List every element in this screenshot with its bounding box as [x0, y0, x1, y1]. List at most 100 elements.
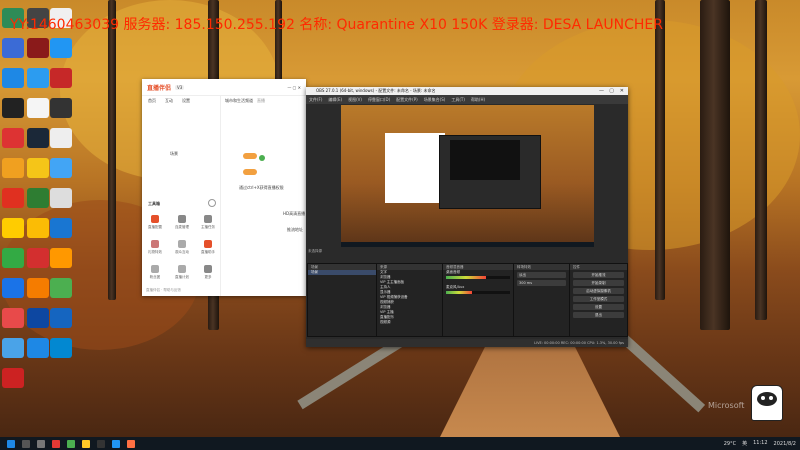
mixer-meter — [446, 276, 510, 279]
obs-app-icon[interactable] — [2, 98, 24, 118]
clock[interactable]: 11:12 — [753, 441, 767, 446]
menu-scene-collection[interactable]: 场景集合(S) — [424, 95, 446, 104]
app-icon[interactable] — [50, 38, 72, 58]
scene-item[interactable]: 场景 — [308, 270, 376, 275]
help-icon[interactable] — [208, 199, 216, 207]
app-icon[interactable] — [27, 338, 49, 358]
live-companion-window: 直播伴侣 V3 — ▢ ✕ 首页 互动 设置 场景 工具箱 直播配置 连麦管理 … — [142, 79, 306, 296]
virtual-camera-button[interactable]: 启动虚拟摄像机 — [573, 288, 624, 294]
weather-temp[interactable]: 29°C — [724, 441, 736, 447]
task-view-icon[interactable] — [37, 439, 45, 448]
app-icon[interactable] — [27, 218, 49, 238]
chrome-icon[interactable] — [67, 439, 75, 448]
tile-icon[interactable] — [178, 240, 186, 248]
transition-duration-input[interactable]: 300 ms — [517, 280, 566, 286]
app-icon[interactable] — [112, 439, 120, 448]
obs-title: OBS 27.0.1 (64-bit, windows) - 配置文件: 未命名… — [316, 88, 436, 93]
tab-settings[interactable]: 设置 — [182, 98, 190, 104]
edge-browser-icon[interactable] — [2, 68, 24, 88]
tile-label: 连麦管理 — [175, 225, 189, 229]
start-recording-button[interactable]: 开始录制 — [573, 280, 624, 286]
app-icon[interactable] — [127, 439, 135, 448]
app-icon[interactable] — [27, 158, 49, 178]
menu-view[interactable]: 视图(V) — [348, 95, 362, 104]
window-controls[interactable]: — ▢ ✕ — [287, 85, 301, 90]
app-icon[interactable] — [2, 248, 24, 268]
file-icon[interactable] — [50, 128, 72, 148]
tile-icon[interactable] — [151, 240, 159, 248]
clock-time: 11:12 — [753, 440, 768, 446]
menu-help[interactable]: 帮助(H) — [471, 95, 485, 104]
app-icon[interactable] — [2, 338, 24, 358]
tree-trunk — [655, 0, 665, 300]
exit-button[interactable]: 退出 — [573, 312, 624, 318]
tile-icon[interactable] — [178, 265, 186, 273]
app-icon[interactable] — [27, 278, 49, 298]
app-icon[interactable] — [2, 128, 24, 148]
menu-dock[interactable]: 停靠窗口(D) — [368, 95, 390, 104]
settings-button[interactable]: 设置 — [573, 304, 624, 310]
studio-mode-button[interactable]: 工作室模式 — [573, 296, 624, 302]
tile-icon[interactable] — [151, 265, 159, 273]
maximize-icon[interactable]: ▢ — [609, 87, 614, 95]
tab-interact[interactable]: 互动 — [165, 98, 173, 104]
tile-icon[interactable] — [204, 215, 212, 223]
app-main-panel: 城市和生活频道 直播 通过ctrl+X获得直播权限 HD高清直播 推流地址 — [221, 95, 306, 296]
app-icon[interactable] — [27, 308, 49, 328]
source-item[interactable]: 视频源 — [377, 320, 442, 325]
tile-label: 观众互动 — [175, 250, 189, 254]
search-icon[interactable] — [22, 439, 30, 448]
home-icon[interactable] — [50, 158, 72, 178]
folder-icon[interactable] — [82, 439, 90, 448]
app-icon[interactable] — [50, 98, 72, 118]
illustration — [241, 153, 275, 177]
app-icon[interactable] — [27, 68, 49, 88]
start-streaming-button[interactable]: 开始推流 — [573, 272, 624, 278]
tile-icon[interactable] — [178, 215, 186, 223]
tile-icon[interactable] — [204, 265, 212, 273]
desktop-wallpaper: YY:1460463039 服务器: 185.150.255.192 名称: Q… — [0, 0, 800, 437]
app-icon[interactable] — [2, 158, 24, 178]
tile-icon[interactable] — [151, 215, 159, 223]
menu-tools[interactable]: 工具(T) — [451, 95, 465, 104]
app-header: 直播伴侣 V3 — ▢ ✕ — [142, 79, 306, 96]
menu-file[interactable]: 文件(F) — [309, 95, 322, 104]
app-icon[interactable] — [50, 278, 72, 298]
app-icon[interactable] — [50, 218, 72, 238]
app-icon[interactable] — [27, 248, 49, 268]
obs-taskbar-icon[interactable] — [97, 439, 105, 448]
app-icon[interactable] — [2, 278, 24, 298]
app-icon[interactable] — [27, 188, 49, 208]
steam-app-icon[interactable] — [27, 128, 49, 148]
minimize-icon[interactable]: — — [599, 87, 604, 95]
app-icon[interactable] — [50, 68, 72, 88]
tile-label: 直播助手 — [201, 250, 215, 254]
preview-taskbar — [341, 242, 594, 247]
app-icon[interactable] — [2, 218, 24, 238]
app-icon[interactable] — [2, 308, 24, 328]
input-language[interactable]: 英 — [742, 440, 747, 447]
app-icon[interactable] — [27, 98, 49, 118]
obs-titlebar: OBS 27.0.1 (64-bit, windows) - 配置文件: 未命名… — [306, 87, 628, 95]
app-icon[interactable] — [2, 188, 24, 208]
menu-edit[interactable]: 编辑(E) — [328, 95, 342, 104]
app-icon[interactable] — [27, 38, 49, 58]
obs-menubar: 文件(F) 编辑(E) 视图(V) 停靠窗口(D) 配置文件(P) 场景集合(S… — [306, 95, 628, 104]
tile-icon[interactable] — [204, 240, 212, 248]
app-icon[interactable] — [2, 38, 24, 58]
close-icon[interactable]: ✕ — [620, 87, 624, 95]
obs-preview-canvas[interactable] — [341, 105, 594, 247]
menu-profile[interactable]: 配置文件(P) — [396, 95, 418, 104]
app-icon[interactable] — [2, 368, 24, 388]
tab-home[interactable]: 首页 — [148, 98, 156, 104]
file-icon[interactable] — [50, 188, 72, 208]
tree-trunk — [700, 0, 730, 330]
windows-start-icon[interactable] — [7, 439, 15, 448]
transition-select[interactable]: 淡出 — [517, 272, 566, 278]
stream-overlay-text: YY:1460463039 服务器: 185.150.255.192 名称: Q… — [10, 17, 663, 33]
app-icon[interactable] — [50, 338, 72, 358]
sources-panel: 来源 文字 浏览器 VIP 主主播面板 主持人 显示器 VIP 视频捕获设备 视… — [376, 263, 443, 337]
settings-app-icon[interactable] — [50, 308, 72, 328]
app-icon[interactable] — [52, 439, 60, 448]
app-icon[interactable] — [50, 248, 72, 268]
